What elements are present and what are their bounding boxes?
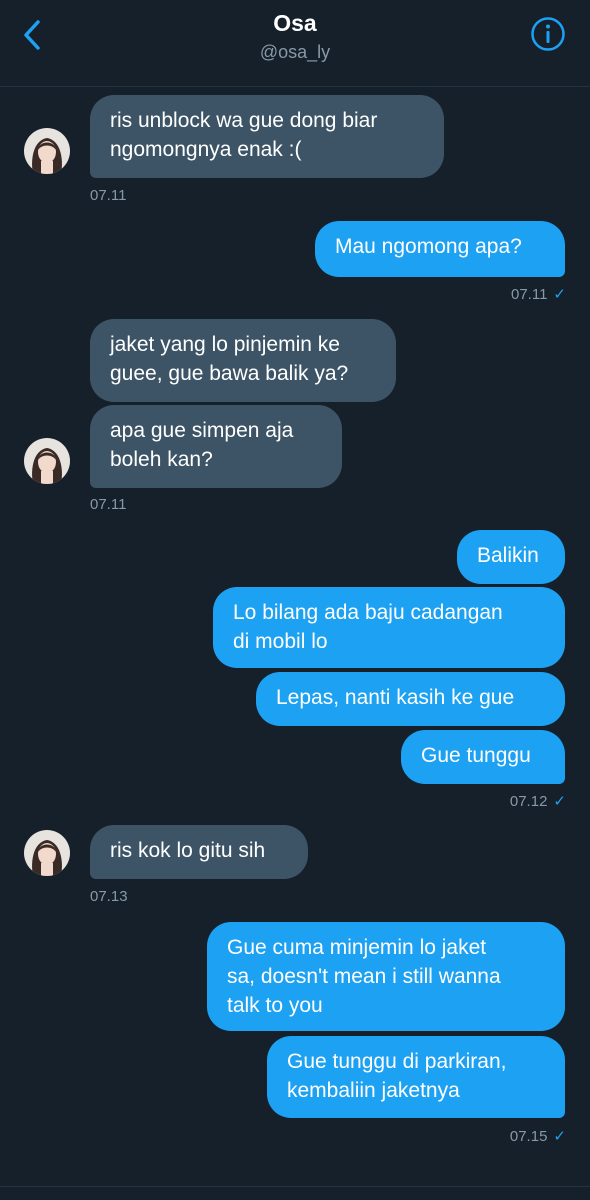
message-bubble-incoming[interactable]: ris unblock wa gue dong biar ngomongnya … [90,95,444,178]
message-timestamp: 07.11 [90,496,127,513]
message-line: jaket yang lo pinjemin ke [110,333,340,356]
message-line: ris kok lo gitu sih [110,839,266,862]
avatar[interactable] [24,830,70,876]
avatar[interactable] [24,438,70,484]
info-icon[interactable] [530,16,566,52]
timestamp-text: 07.12 [509,793,548,810]
message-bubble-outgoing[interactable]: Lepas, nanti kasih ke gue [256,672,565,726]
message-bubble-outgoing[interactable]: Lo bilang ada baju cadangan di mobil lo [213,587,565,668]
message-timestamp: 07.12 ✓ [510,792,566,810]
read-check-icon: ✓ [553,793,566,810]
message-line: guee, gue bawa balik ya? [110,362,349,385]
message-timestamp: 07.13 [90,888,128,905]
message-line: Mau ngomong apa? [335,235,522,258]
message-bubble-outgoing[interactable]: Mau ngomong apa? [315,221,565,277]
conversation-header: Osa @osa_ly [0,0,590,87]
timestamp-text: 07.15 [509,1128,548,1145]
message-timestamp: 07.11 [90,187,127,204]
read-check-icon: ✓ [553,1128,566,1145]
compose-divider [0,1186,590,1187]
message-bubble-incoming[interactable]: jaket yang lo pinjemin ke guee, gue bawa… [90,319,396,402]
message-line: talk to you [227,994,323,1017]
message-line: sa, doesn't mean i still wanna [227,965,501,988]
message-line: Lepas, nanti kasih ke gue [276,686,515,709]
message-bubble-incoming[interactable]: apa gue simpen aja boleh kan? [90,405,342,488]
message-line: apa gue simpen aja [110,419,294,442]
conversation-title: Osa [273,10,317,36]
message-line: boleh kan? [110,448,213,471]
timestamp-text: 07.11 [510,286,548,303]
message-bubble-outgoing[interactable]: Balikin [457,530,565,584]
conversation-handle: @osa_ly [259,42,331,62]
avatar[interactable] [24,128,70,174]
message-line: di mobil lo [233,630,328,653]
message-bubble-incoming[interactable]: ris kok lo gitu sih [90,825,308,879]
message-line: ris unblock wa gue dong biar [110,109,378,132]
message-bubble-outgoing[interactable]: Gue tunggu [401,730,565,784]
message-line: Lo bilang ada baju cadangan [233,601,503,624]
message-line: Gue tunggu di parkiran, [287,1050,507,1073]
message-line: ngomongnya enak :( [110,138,302,161]
message-bubble-outgoing[interactable]: Gue tunggu di parkiran, kembaliin jaketn… [267,1036,565,1118]
message-line: Gue tunggu [421,744,531,767]
read-check-icon: ✓ [553,286,566,303]
message-line: Gue cuma minjemin lo jaket [227,936,487,959]
message-bubble-outgoing[interactable]: Gue cuma minjemin lo jaket sa, doesn't m… [207,922,565,1031]
message-timestamp: 07.15 ✓ [510,1127,566,1145]
message-timestamp: 07.11 ✓ [511,285,566,303]
message-line: kembaliin jaketnya [287,1079,460,1102]
message-line: Balikin [477,544,539,567]
